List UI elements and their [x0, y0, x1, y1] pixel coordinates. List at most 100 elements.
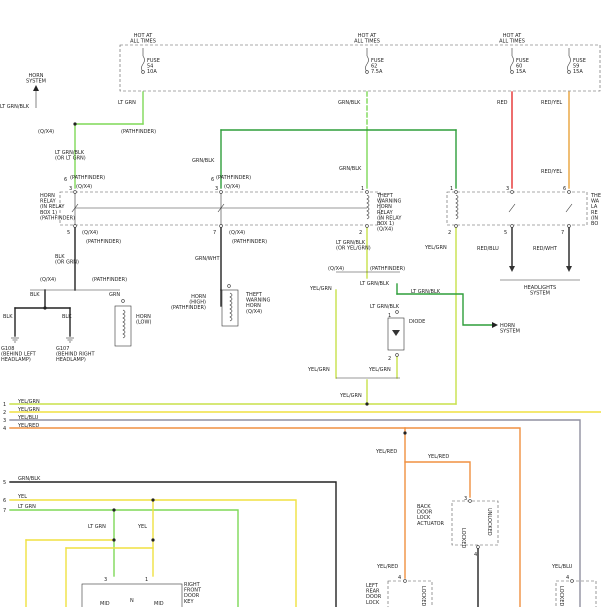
- fuse-pin-1: [365, 70, 369, 74]
- label-red-wht: RED/WHT: [533, 246, 558, 252]
- wire-yel-red-back: [404, 461, 471, 498]
- label-red: RED: [497, 100, 508, 106]
- label-yel-blu-r: YEL/BLU: [551, 564, 573, 570]
- fuse-1: [365, 55, 369, 73]
- bus-num-3: 3: [3, 418, 6, 424]
- diode-pin-2: 2: [388, 356, 391, 362]
- unlocked-label: UNLOCKED: [486, 508, 492, 536]
- right-relay-coil: [455, 194, 459, 220]
- relay-pin-top-3: [454, 190, 458, 194]
- fuse-60-label: FUSE 60 15A: [516, 58, 529, 75]
- relay-pin-bot-3: [454, 224, 458, 228]
- label-lt-grn-low2: LT GRN: [88, 524, 106, 530]
- label-right-front: RIGHT FRONT DOOR KEY: [184, 582, 202, 605]
- label-pathfinder-1: (PATHFINDER): [121, 129, 156, 135]
- label-yel-grn-l: YEL/GRN: [309, 286, 332, 292]
- label-lt-grn-blk-or: LT GRN/BLK (OR LT GRN): [55, 150, 86, 162]
- fuse-62-label: FUSE 62 7.5A: [371, 58, 384, 75]
- pin-number-bot-2: 2: [359, 230, 362, 236]
- headlights-arrow-a: [509, 266, 515, 272]
- label-theft-horn: THEFT WARNING HORN (Q/X4): [245, 292, 271, 315]
- label-lt-grn-fuse: LT GRN: [118, 100, 136, 106]
- low-num-5: 5: [3, 480, 6, 486]
- pin-number-top-1: 3: [215, 186, 218, 192]
- junction-lt-grn-b: [112, 538, 116, 542]
- bus-num-4: 4: [3, 426, 6, 432]
- label-bus1: YEL/GRN: [17, 399, 40, 405]
- label-pin7-path: (PATHFINDER): [86, 239, 121, 245]
- fuse-block-outline: [119, 44, 601, 92]
- horn-relay-box: [59, 191, 381, 226]
- horn-low-coil: [122, 309, 126, 339]
- label-bus2: YEL/GRN: [17, 407, 40, 413]
- key-num-3: 3: [104, 577, 107, 583]
- label-diode: DIODE: [409, 319, 425, 325]
- theft-relay-coil: [366, 194, 370, 220]
- label-pin5-path: (PATHFINDER): [232, 239, 267, 245]
- label-pin6-path: (PATHFINDER): [70, 175, 105, 181]
- right-relay-switch-b: [565, 203, 573, 213]
- label-grn-blk-low: GRN/BLK: [18, 476, 41, 482]
- label-horn-high: HORN (HIGH) (PATHFINDER): [171, 294, 206, 311]
- diode-pin-bot: [395, 353, 399, 357]
- label-lt-grn-blk-left: LT GRN/BLK: [0, 104, 30, 110]
- label-pin3-b-x4: (Q/X4): [224, 184, 240, 190]
- label-left-rear: LEFT REAR DOOR LOCK: [366, 583, 382, 606]
- pin-number-bot-5: 7: [561, 230, 564, 236]
- relay-pin-bot-5: [567, 224, 571, 228]
- label-yel-grn-relay: YEL/GRN: [424, 245, 447, 251]
- horn-high-coil: [229, 292, 233, 322]
- label-g107: G107 (BEHIND RIGHT HEADLAMP): [56, 346, 96, 363]
- label-pin6-b-path: (PATHFINDER): [216, 175, 251, 181]
- fuse-pin-2: [510, 70, 514, 74]
- fuse-3: [567, 55, 571, 73]
- label-x4-a: (Q/X4): [40, 277, 56, 283]
- label-yel-red-a: YEL/RED: [375, 449, 397, 455]
- label-horn-low: HORN (LOW): [136, 314, 151, 326]
- junction-lt-grn-low: [112, 508, 116, 512]
- junction-yel-low: [151, 498, 155, 502]
- hot-at-all-times-1: HOT AT ALL TIMES: [130, 33, 156, 45]
- label-theft-relay: THEFT WARNING HORN RELAY (IN RELAY BOX 1) (Q/X…: [376, 193, 402, 233]
- right-rear-pin: [570, 579, 574, 583]
- label-grn-a: GRN: [109, 292, 120, 298]
- label-red-blu: RED/BLU: [477, 246, 499, 252]
- fuse-pin-3: [567, 70, 571, 74]
- labels-layer: HOT AT ALL TIMES HOT AT ALL TIMES HOT AT ALL …: [0, 33, 601, 607]
- key-num-1: 1: [145, 577, 148, 583]
- left-rear-pin: [403, 579, 407, 583]
- pin-number-6b: 6: [211, 177, 214, 183]
- label-pin5-x4: (Q/X4): [82, 230, 98, 236]
- pin-number-bot-3: 2: [448, 230, 451, 236]
- diode-pin-top: [395, 310, 399, 314]
- back-door-num-4: 4: [474, 552, 477, 558]
- label-right-box: THE WA LA RE (IN BO: [590, 193, 601, 227]
- label-headlights: HEADLIGHTS SYSTEM: [524, 285, 556, 297]
- label-lt-grn-blk-ye: LT GRN/BLK (OR YEL/GRN): [336, 240, 371, 252]
- label-x4-1: (Q/X4): [38, 129, 54, 135]
- fuse-54-label: FUSE 54 10A: [147, 58, 160, 75]
- label-blk-c: BLK: [62, 314, 72, 320]
- horn-high-pin: [227, 284, 231, 288]
- fuse-pin-0: [141, 70, 145, 74]
- label-lt-grn-blk-d1: LT GRN/BLK: [360, 281, 390, 287]
- label-horn-system-top: HORN SYSTEM: [26, 73, 46, 85]
- label-grn-blk-2: GRN/BLK: [192, 158, 215, 164]
- label-pin3-x4: (Q/X4): [76, 184, 92, 190]
- locked-label: LOCKED: [460, 528, 466, 548]
- label-horn-system-mid: HORN SYSTEM: [500, 323, 520, 335]
- junction-lt-grn: [73, 122, 77, 126]
- fuse-59-label: FUSE 59 15A: [573, 58, 586, 75]
- fuse-0: [141, 55, 145, 73]
- label-red-yel: RED/YEL: [541, 100, 562, 106]
- label-yel-grn-m3: YEL/GRN: [339, 393, 362, 399]
- label-back-door: BACK DOOR LOCK ACTUATOR: [417, 504, 445, 527]
- junction-ground: [43, 306, 47, 310]
- hot-at-all-times-3: HOT AT ALL TIMES: [499, 33, 525, 45]
- junction-yel-grn-bus: [365, 402, 369, 406]
- bus-num-1: 1: [3, 402, 6, 408]
- relay-pin-top-1: [219, 190, 223, 194]
- diode-pin-1: 1: [388, 313, 391, 319]
- relay-pin-top-5: [567, 190, 571, 194]
- pin-number-top-3: 1: [450, 186, 453, 192]
